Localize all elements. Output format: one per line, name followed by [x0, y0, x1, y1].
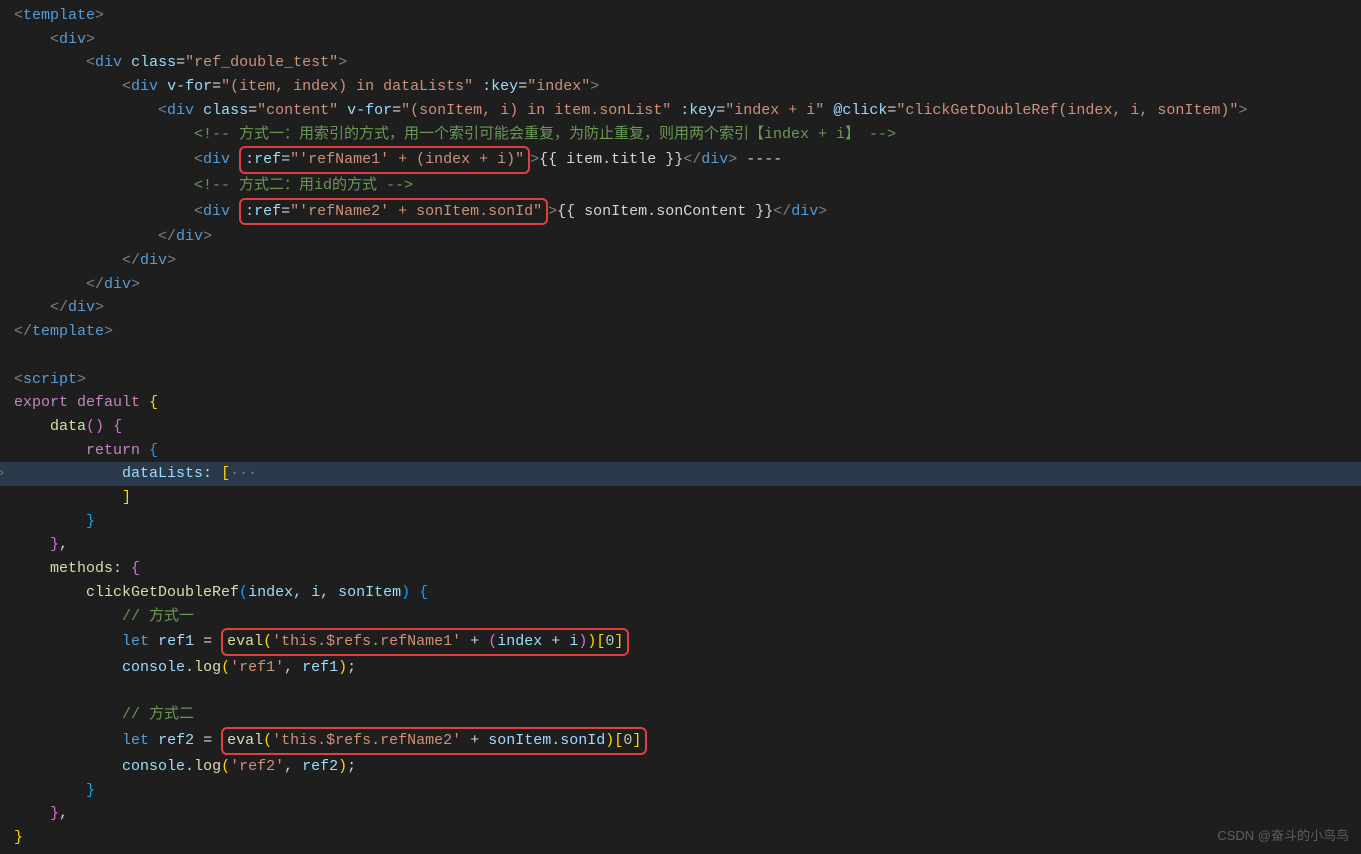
code-line: <div :ref=:ref="'refName2' + sonItem.son…: [0, 198, 1361, 226]
code-line-active: › dataLists: [···: [0, 462, 1361, 486]
code-line: <div class="content" v-for="(sonItem, i)…: [0, 99, 1361, 123]
code-line: export default {: [0, 391, 1361, 415]
code-editor[interactable]: <template> <div> <div class="ref_double_…: [0, 4, 1361, 850]
code-line: // 方式二: [0, 703, 1361, 727]
code-line: <div v-for="(item, index) in dataLists" …: [0, 75, 1361, 99]
code-line: <div class="ref_double_test">: [0, 51, 1361, 75]
code-line: },: [0, 802, 1361, 826]
highlight-box-ref1: :ref=:ref="'refName1' + (index + i)""'re…: [239, 146, 530, 174]
code-line: <template>: [0, 4, 1361, 28]
code-line: let ref1 = eval('this.$refs.refName1' + …: [0, 628, 1361, 656]
code-line: <div>: [0, 28, 1361, 52]
code-line: console.log('ref1', ref1);: [0, 656, 1361, 680]
fold-chevron-icon[interactable]: ›: [0, 462, 5, 486]
code-line-empty: [0, 680, 1361, 704]
code-line: return {: [0, 439, 1361, 463]
code-line-empty: [0, 344, 1361, 368]
code-line: </div>: [0, 249, 1361, 273]
watermark: CSDN @奋斗的小鸟鸟: [1217, 824, 1349, 848]
fold-indicator[interactable]: ···: [230, 465, 257, 482]
highlight-box-eval2: eval('this.$refs.refName2' + sonItem.son…: [221, 727, 647, 755]
code-line: </template>: [0, 320, 1361, 344]
code-line: <script>: [0, 368, 1361, 392]
code-line: </div>: [0, 296, 1361, 320]
code-line: // 方式一: [0, 605, 1361, 629]
code-line: }: [0, 779, 1361, 803]
code-line: clickGetDoubleRef(index, i, sonItem) {: [0, 581, 1361, 605]
code-line: let ref2 = eval('this.$refs.refName2' + …: [0, 727, 1361, 755]
code-line: </div>: [0, 225, 1361, 249]
code-line: console.log('ref2', ref2);: [0, 755, 1361, 779]
code-line: <div :ref=:ref="'refName1' + (index + i)…: [0, 146, 1361, 174]
code-line: <!-- 方式一：用索引的方式，用一个索引可能会重复，为防止重复，则用两个索引【…: [0, 123, 1361, 147]
code-line: data() {: [0, 415, 1361, 439]
code-line: }: [0, 510, 1361, 534]
highlight-box-ref2: :ref=:ref="'refName2' + sonItem.sonId""'…: [239, 198, 548, 226]
highlight-box-eval1: eval('this.$refs.refName1' + (index + i)…: [221, 628, 629, 656]
code-line: ]: [0, 486, 1361, 510]
code-line: <!-- 方式二：用id的方式 -->: [0, 174, 1361, 198]
code-line: </div>: [0, 273, 1361, 297]
code-line: methods: {: [0, 557, 1361, 581]
code-line: },: [0, 533, 1361, 557]
